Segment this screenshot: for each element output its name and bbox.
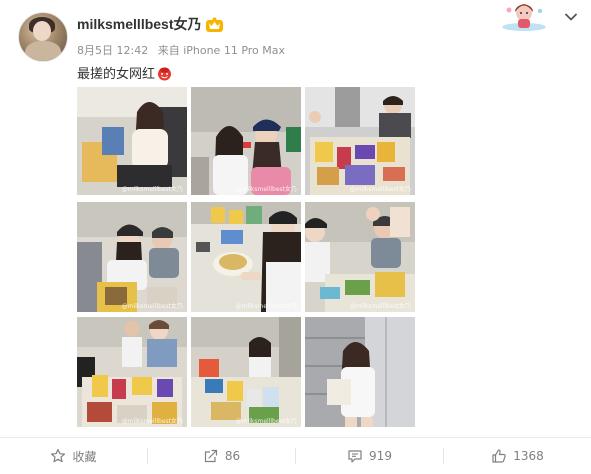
- post-timestamp[interactable]: 8月5日 12:42: [77, 44, 148, 57]
- comment-icon: [348, 450, 362, 463]
- photo-4[interactable]: @milksmelllbest女乃: [77, 202, 187, 312]
- photo-watermark: @milksmelllbest女乃: [121, 303, 183, 310]
- photo-5[interactable]: @milksmelllbest女乃: [191, 202, 301, 312]
- comment-count: 919: [369, 449, 392, 463]
- photo-1[interactable]: @milksmelllbest女乃: [77, 87, 187, 195]
- photo-grid: @milksmelllbest女乃 @milksmelllbest女乃 @mil…: [77, 87, 415, 427]
- post-source: 来自 iPhone 11 Pro Max: [157, 44, 286, 57]
- photo-7[interactable]: @milksmelllbest女乃: [77, 317, 187, 427]
- vip-crown-icon[interactable]: [206, 17, 223, 32]
- favorite-label: 收藏: [72, 449, 97, 464]
- photo-6[interactable]: @milksmelllbest女乃: [305, 202, 415, 312]
- photo-9[interactable]: [305, 317, 415, 427]
- repost-count: 86: [224, 449, 241, 463]
- photo-watermark: @milksmelllbest女乃: [349, 186, 411, 193]
- like-count: 1368: [513, 449, 544, 463]
- weibo-post-card: milksmelllbest女乃 8月5日 12:42 来自 iPhone 11…: [0, 0, 591, 474]
- post-text: 最搓的女网红: [77, 63, 172, 82]
- thumbs-up-icon: [492, 449, 506, 463]
- photo-2[interactable]: @milksmelllbest女乃: [191, 87, 301, 195]
- favorite-button[interactable]: 收藏: [0, 438, 147, 474]
- share-icon: [204, 449, 217, 463]
- star-icon: [51, 448, 66, 463]
- photo-watermark: @milksmelllbest女乃: [235, 418, 297, 425]
- chevron-down-icon[interactable]: [562, 8, 580, 26]
- comment-button[interactable]: 919: [296, 438, 443, 474]
- username-link[interactable]: milksmelllbest女乃: [77, 14, 202, 34]
- like-button[interactable]: 1368: [444, 438, 591, 474]
- user-avatar[interactable]: [18, 12, 68, 62]
- photo-8[interactable]: @milksmelllbest女乃: [191, 317, 301, 427]
- photo-watermark: @milksmelllbest女乃: [121, 186, 183, 193]
- emoji-icon: [158, 67, 172, 81]
- repost-button[interactable]: 86: [148, 438, 295, 474]
- post-meta: 8月5日 12:42 来自 iPhone 11 Pro Max: [77, 42, 291, 58]
- decorative-sticker-icon: [502, 4, 546, 31]
- photo-watermark: @milksmelllbest女乃: [121, 418, 183, 425]
- action-bar: 收藏 86 919 1368: [0, 438, 591, 474]
- photo-watermark: @milksmelllbest女乃: [235, 303, 297, 310]
- photo-watermark: @milksmelllbest女乃: [349, 303, 411, 310]
- post-text-content: 最搓的女网红: [77, 67, 156, 82]
- photo-3[interactable]: @milksmelllbest女乃: [305, 87, 415, 195]
- photo-watermark: @milksmelllbest女乃: [235, 186, 297, 193]
